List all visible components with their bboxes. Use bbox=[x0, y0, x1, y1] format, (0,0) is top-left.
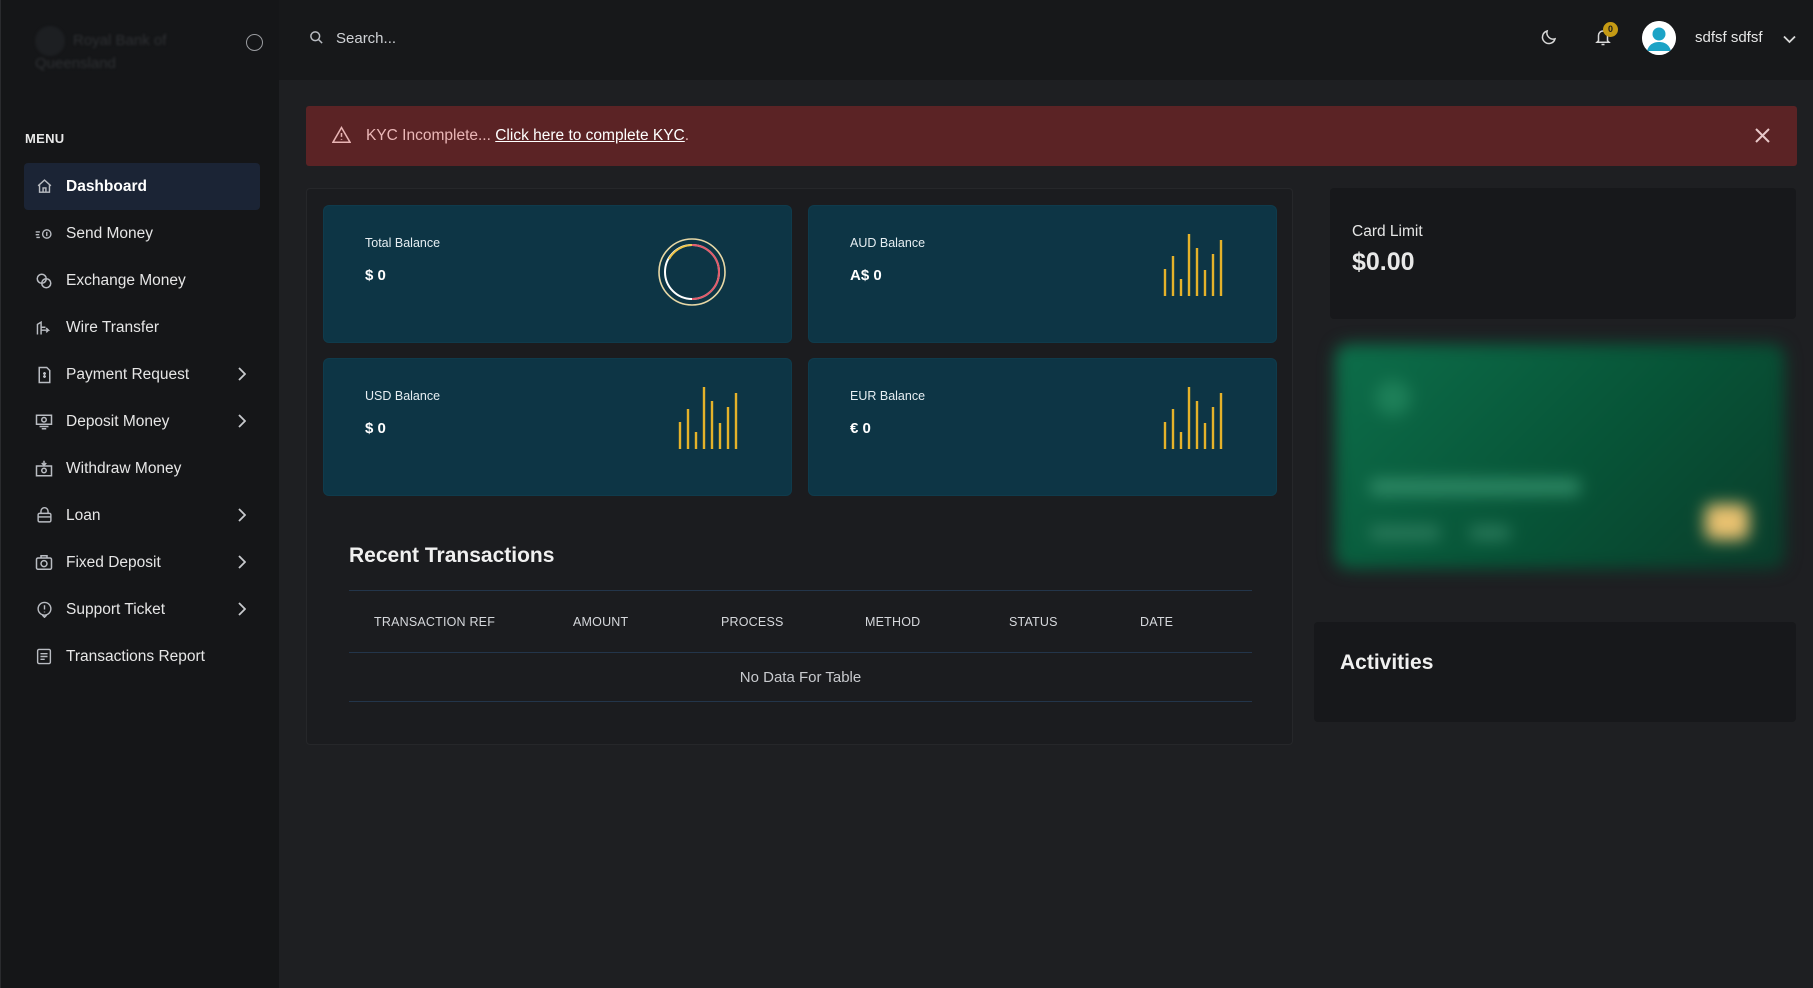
balance-bars-icon bbox=[678, 387, 738, 449]
sidebar-item-label: Deposit Money bbox=[66, 412, 170, 430]
loan-icon bbox=[34, 506, 54, 526]
alert-text: KYC Incomplete... bbox=[366, 127, 496, 144]
sidebar-item-label: Send Money bbox=[66, 224, 154, 242]
search-input[interactable] bbox=[336, 22, 636, 54]
sidebar-item-support-ticket[interactable]: Support Ticket bbox=[24, 586, 260, 633]
brand-logo[interactable]: Royal Bank of Queensland bbox=[35, 26, 195, 72]
balance-title: USD Balance bbox=[365, 389, 441, 403]
activities-panel: Activities bbox=[1314, 622, 1796, 722]
balance-title: EUR Balance bbox=[850, 389, 926, 403]
sidebar-item-wire-transfer[interactable]: Wire Transfer bbox=[24, 304, 260, 351]
column-header-process[interactable]: PROCESS bbox=[721, 590, 865, 653]
sidebar-item-label: Wire Transfer bbox=[66, 318, 160, 336]
balance-card-total: Total Balance $ 0 bbox=[324, 206, 791, 342]
alert-message: KYC Incomplete... Click here to complete… bbox=[366, 127, 689, 145]
balance-bars-icon bbox=[1163, 234, 1223, 296]
chevron-down-icon[interactable] bbox=[1783, 31, 1796, 49]
balance-ring-icon bbox=[658, 238, 726, 306]
exchange-icon bbox=[34, 271, 54, 291]
column-header-status[interactable]: STATUS bbox=[1009, 590, 1140, 653]
complete-kyc-link[interactable]: Click here to complete KYC bbox=[495, 127, 685, 144]
sidebar-item-label: Fixed Deposit bbox=[66, 553, 161, 571]
sidebar-item-fixed-deposit[interactable]: Fixed Deposit bbox=[24, 539, 260, 586]
chevron-right-icon bbox=[237, 367, 247, 386]
fixed-deposit-icon bbox=[34, 553, 54, 573]
card-number-placeholder bbox=[1370, 479, 1580, 495]
credit-card-image bbox=[1335, 344, 1785, 569]
balances-panel: Total Balance $ 0 AUD Balance A$ 0 USD B… bbox=[306, 188, 1293, 745]
table-header-row: TRANSACTION REF AMOUNT PROCESS METHOD ST… bbox=[349, 590, 1252, 653]
chevron-right-icon bbox=[237, 602, 247, 621]
balance-card-usd: USD Balance $ 0 bbox=[324, 359, 791, 495]
balance-value: A$ 0 bbox=[850, 267, 882, 284]
menu-title: MENU bbox=[25, 131, 65, 146]
activities-title: Activities bbox=[1340, 651, 1434, 674]
warning-icon bbox=[331, 126, 352, 148]
card-chip-icon bbox=[1705, 504, 1749, 540]
user-name[interactable]: sdfsf sdfsf bbox=[1695, 29, 1763, 46]
sidebar-item-label: Dashboard bbox=[66, 177, 147, 195]
balance-card-aud: AUD Balance A$ 0 bbox=[809, 206, 1276, 342]
report-icon bbox=[34, 647, 54, 667]
sidebar-item-payment-request[interactable]: Payment Request bbox=[24, 351, 260, 398]
search-icon bbox=[309, 30, 324, 50]
sidebar-item-send-money[interactable]: Send Money bbox=[24, 210, 260, 257]
payment-request-icon bbox=[34, 365, 54, 385]
card-limit-value: $0.00 bbox=[1352, 248, 1415, 276]
topbar: 0 sdfsf sdfsf bbox=[279, 0, 1813, 80]
chevron-right-icon bbox=[237, 555, 247, 574]
empty-table-message: No Data For Table bbox=[349, 652, 1252, 702]
balance-title: Total Balance bbox=[365, 236, 441, 250]
recent-transactions-table: TRANSACTION REF AMOUNT PROCESS METHOD ST… bbox=[349, 590, 1252, 702]
table-row: No Data For Table bbox=[349, 652, 1252, 702]
column-header-date[interactable]: DATE bbox=[1140, 590, 1252, 653]
withdraw-icon bbox=[34, 459, 54, 479]
card-limit-panel: Card Limit $0.00 bbox=[1330, 188, 1796, 319]
sidebar-item-deposit-money[interactable]: Deposit Money bbox=[24, 398, 260, 445]
sidebar: Royal Bank of Queensland MENU Dashboard … bbox=[0, 0, 279, 988]
alert-suffix: . bbox=[684, 127, 690, 144]
balance-card-eur: EUR Balance € 0 bbox=[809, 359, 1276, 495]
send-money-icon bbox=[34, 224, 54, 244]
home-icon bbox=[34, 177, 54, 197]
balance-bars-icon bbox=[1163, 387, 1223, 449]
avatar[interactable] bbox=[1642, 21, 1676, 55]
sidebar-menu: Dashboard Send Money Exchange Money Wire… bbox=[24, 163, 260, 680]
wire-transfer-icon bbox=[34, 318, 54, 338]
sidebar-collapse-toggle[interactable] bbox=[246, 34, 263, 51]
card-expiry-placeholder bbox=[1470, 526, 1510, 540]
notification-badge: 0 bbox=[1603, 22, 1618, 37]
sidebar-item-transactions-report[interactable]: Transactions Report bbox=[24, 633, 260, 680]
sidebar-item-withdraw-money[interactable]: Withdraw Money bbox=[24, 445, 260, 492]
close-icon[interactable] bbox=[1754, 127, 1771, 149]
sidebar-item-label: Transactions Report bbox=[66, 647, 205, 665]
balance-value: $ 0 bbox=[365, 420, 386, 437]
recent-transactions-title: Recent Transactions bbox=[349, 544, 555, 567]
column-header-amount[interactable]: AMOUNT bbox=[573, 590, 721, 653]
sidebar-item-label: Support Ticket bbox=[66, 600, 166, 618]
sidebar-item-dashboard[interactable]: Dashboard bbox=[24, 163, 260, 210]
column-header-transaction-ref[interactable]: TRANSACTION REF bbox=[349, 590, 573, 653]
card-limit-title: Card Limit bbox=[1352, 223, 1423, 240]
column-header-method[interactable]: METHOD bbox=[865, 590, 1009, 653]
balance-value: $ 0 bbox=[365, 267, 386, 284]
card-logo-icon bbox=[1375, 380, 1411, 416]
sidebar-item-exchange-money[interactable]: Exchange Money bbox=[24, 257, 260, 304]
sidebar-item-label: Payment Request bbox=[66, 365, 190, 383]
chevron-right-icon bbox=[237, 508, 247, 527]
sidebar-item-loan[interactable]: Loan bbox=[24, 492, 260, 539]
bank-logo-icon bbox=[35, 26, 65, 56]
sidebar-item-label: Loan bbox=[66, 506, 101, 524]
deposit-icon bbox=[34, 412, 54, 432]
sidebar-item-label: Exchange Money bbox=[66, 271, 186, 289]
kyc-alert: KYC Incomplete... Click here to complete… bbox=[306, 106, 1797, 166]
chevron-right-icon bbox=[237, 414, 247, 433]
sidebar-item-label: Withdraw Money bbox=[66, 459, 182, 477]
card-holder-placeholder bbox=[1370, 526, 1440, 540]
dark-mode-toggle-icon[interactable] bbox=[1540, 28, 1558, 51]
balance-title: AUD Balance bbox=[850, 236, 926, 250]
balance-value: € 0 bbox=[850, 420, 871, 437]
support-icon bbox=[34, 600, 54, 620]
